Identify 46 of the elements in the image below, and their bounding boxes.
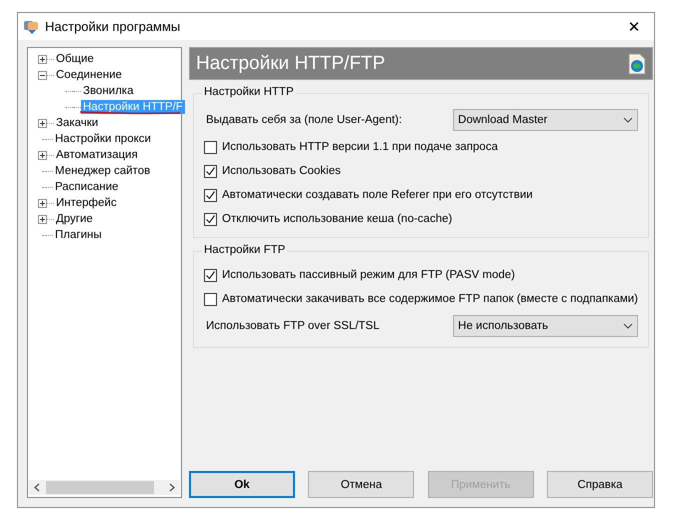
tree-item[interactable]: Расписание: [53, 180, 120, 194]
expand-icon[interactable]: [38, 150, 47, 160]
chevron-down-icon: [623, 117, 634, 123]
tree-item[interactable]: Менеджер сайтов: [53, 164, 152, 178]
tree-item[interactable]: Общие: [54, 52, 96, 66]
checkbox-label: Использовать Cookies: [222, 165, 341, 177]
dialog-button[interactable]: Ok: [189, 471, 295, 498]
dialog-button[interactable]: Отмена: [308, 471, 414, 498]
checkbox-label: Использовать пассивный режим для FTP (PASV mode): [222, 269, 515, 281]
checkbox-label: Отключить использование кеша (no-cache): [222, 213, 452, 225]
close-button[interactable]: ✕: [614, 13, 654, 40]
horizontal-scrollbar[interactable]: [29, 480, 180, 495]
checkbox[interactable]: [204, 140, 217, 154]
expand-icon[interactable]: [38, 118, 47, 128]
checkbox-label: Использовать HTTP версии 1.1 при подаче запроса: [222, 141, 498, 153]
section-title: Настройки HTTP/FTP: [196, 52, 386, 74]
tree-item[interactable]: Интерфейс: [54, 196, 119, 210]
tree-item[interactable]: Соединение: [54, 68, 124, 82]
group-title: Настройки FTP: [202, 244, 288, 256]
dropdown[interactable]: Download Master: [453, 109, 638, 131]
tree-item[interactable]: Настройки прокси: [53, 132, 153, 146]
field-label: Выдавать себя за (поле User-Agent):: [206, 114, 402, 126]
group-title: Настройки HTTP: [202, 86, 296, 98]
tree-item[interactable]: Звонилка: [81, 84, 136, 98]
window-title: Настройки программы: [45, 19, 182, 34]
document-globe-icon: [628, 52, 646, 74]
checkbox[interactable]: [204, 268, 217, 282]
checkbox-label: Автоматически создавать поле Referer при его отсутствии: [222, 189, 533, 201]
expand-icon[interactable]: [38, 54, 47, 64]
tree-item[interactable]: Автоматизация: [54, 148, 140, 162]
tree-item[interactable]: Плагины: [53, 228, 104, 242]
checkbox-label: Автоматически закачивать все содержимое FTP папок (вместе с подпапками): [222, 293, 638, 305]
dropdown[interactable]: Не использовать: [453, 315, 638, 337]
field-label: Использовать FTP over SSL/TSL: [206, 320, 380, 332]
app-icon: [23, 18, 40, 34]
collapse-icon[interactable]: [38, 70, 47, 80]
tree-item[interactable]: Другие: [54, 212, 95, 226]
expand-icon[interactable]: [38, 214, 47, 224]
tree-item[interactable]: Закачки: [54, 116, 100, 130]
checkbox[interactable]: [204, 188, 217, 202]
chevron-down-icon: [623, 323, 634, 329]
expand-icon[interactable]: [38, 198, 47, 208]
dialog-button[interactable]: Справка: [547, 471, 654, 498]
checkbox[interactable]: [204, 292, 217, 306]
checkbox[interactable]: [204, 212, 217, 226]
checkbox[interactable]: [204, 164, 217, 178]
